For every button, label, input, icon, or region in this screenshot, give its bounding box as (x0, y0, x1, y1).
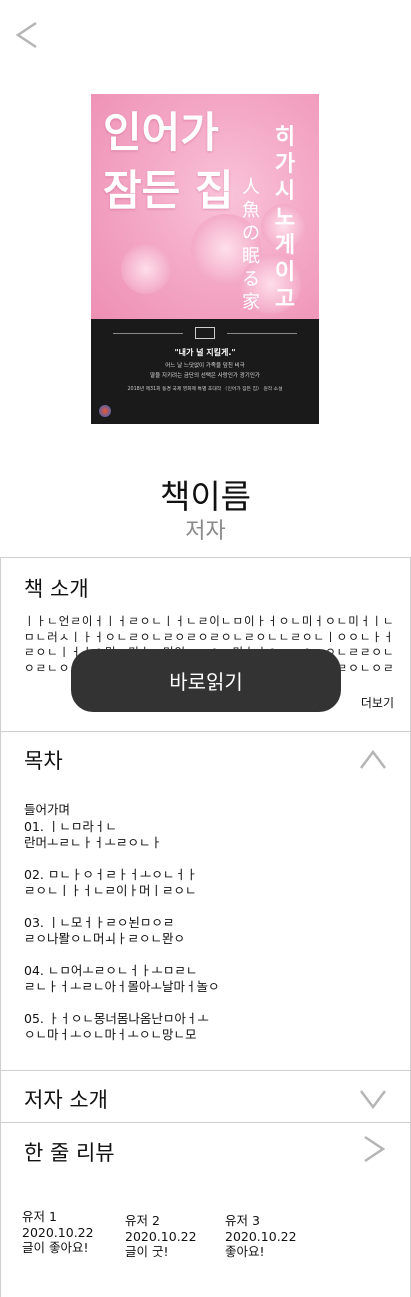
cover-desc-line: 어느 날 느닷없이 가족을 덮친 비극 (165, 363, 245, 369)
toc-entry[interactable]: 02. ㅁㄴㅏㅇㅓㄹㅏㅓㅗㅇㄴㅓㅏ ㄹㅇㄴㅣㅏㅓㄴㄹ이ㅏ머ㅣㄹㅇㄴ (24, 867, 384, 900)
cover-author: 히가시노 게이고 (274, 125, 296, 312)
review-text: 글이 굿! (125, 1244, 169, 1259)
section-title: 한 줄 리뷰 (24, 1141, 115, 1165)
review-user: 유저 1 (22, 1209, 57, 1224)
review-text: 글이 좋아요! (22, 1240, 89, 1255)
cover-quote: "내가 널 지킬게." (174, 348, 236, 357)
toc-entry[interactable]: 05. ㅏㅓㅇㄴ몽너몸나옴난ㅁ아ㅓㅗ ㅇㄴ마ㅓㅗㅇㄴ마ㅓㅗㅇㄴ망ㄴ모 (24, 1011, 384, 1044)
review-date: 2020.10.22 (125, 1228, 197, 1244)
cover-award: 2018년 제31회 동경 국제 영화제 특별 초대작 〈인어가 잠든 집〉 원… (127, 387, 283, 392)
publisher-mark-icon (99, 405, 111, 417)
section-title: 책 소개 (24, 577, 89, 601)
cover-title: 인어가 잠든 집 (103, 108, 234, 215)
toc-entry-title: 05. ㅏㅓㅇㄴ몽너몸나옴난ㅁ아ㅓㅗ (24, 1010, 209, 1026)
toc-entry-subtitle: ㄹㄴㅏㅓㅗㄹㄴ아ㅓ몰아ㅗ날마ㅓ놀ㅇ (24, 979, 220, 994)
cover-japanese-title: 人魚の眠る家 (242, 177, 260, 313)
toc-entry-title: 02. ㅁㄴㅏㅇㅓㄹㅏㅓㅗㅇㄴㅓㅏ (24, 866, 198, 882)
read-now-button[interactable]: 바로읽기 (71, 649, 341, 712)
chevron-down-icon[interactable] (358, 1085, 388, 1113)
section-title: 목차 (24, 749, 63, 773)
toc-entry-title: 03. ㅣㄴ모ㅓㅏㄹㅇ뇐ㅁㅇㄹ (24, 914, 175, 930)
cover-desc-line: 딸을 지키려는 금단의 선택은 사랑인가 광기인가 (150, 373, 260, 379)
toc-entry[interactable]: 들어가며 (24, 802, 384, 819)
chevron-right-icon[interactable] (360, 1133, 388, 1165)
review-user: 유저 3 (225, 1213, 260, 1228)
toc-entry-subtitle: 란머ㅗㄹㄴㅏㅓㅗㄹㅇㄴㅏ (24, 835, 163, 850)
book-cover[interactable]: 인어가 잠든 집 人魚の眠る家 히가시노 게이고 "내가 널 지킬게." 어느 … (91, 94, 319, 424)
book-title: 책이름 (159, 477, 252, 516)
cover-description: 어느 날 느닷없이 가족을 덮친 비극 딸을 지키려는 금단의 선택은 사랑인가… (91, 361, 319, 381)
more-link[interactable]: 더보기 (361, 694, 394, 711)
toc-entry-title: 04. ㄴㅁ어ㅗㄹㅇㄴㅓㅏㅗㅁㄹㄴ (24, 962, 198, 978)
author-intro-section[interactable]: 저자 소개 (0, 1070, 411, 1123)
book-intro-section: 책 소개 ㅣㅏㄴ언ㄹ이ㅓㅣㅓㄹㅇㄴㅣㅓㄴㄹ이ㄴㅁ이ㅏㅓㅇㄴ미ㅓㅇㄴ미ㅓㅣㄴㅁㄴ러… (0, 557, 411, 732)
book-author: 저자 (185, 519, 226, 544)
review-card[interactable]: 유저 2 2020.10.22 글이 굿! (125, 1213, 235, 1260)
chevron-up-icon[interactable] (358, 746, 388, 774)
review-text: 좋아요! (225, 1244, 265, 1259)
reviews-section: 한 줄 리뷰 유저 1 2020.10.22 글이 좋아요! 유저 2 2020… (0, 1122, 411, 1297)
cover-band: "내가 널 지킬게." 어느 날 느닷없이 가족을 덮친 비극 딸을 지키려는 … (91, 319, 319, 424)
publisher-logo-icon (195, 327, 215, 339)
toc-entry-subtitle: ㄹㅇ나뫌ㅇㄴ머ㅚㅏㄹㅇㄴ뫈ㅇ (24, 931, 186, 946)
toc-entry-title: 들어가며 (24, 802, 71, 817)
toc-section: 목차 들어가며 01. ㅣㄴㅁ라ㅓㄴ 란머ㅗㄹㄴㅏㅓㅗㄹㅇㄴㅏ 02. ㅁㄴㅏㅇ… (0, 731, 411, 1071)
chevron-left-icon (15, 21, 37, 49)
cover-artwork: 인어가 잠든 집 人魚の眠る家 히가시노 게이고 (91, 94, 319, 319)
toc-entry[interactable]: 04. ㄴㅁ어ㅗㄹㅇㄴㅓㅏㅗㅁㄹㄴ ㄹㄴㅏㅓㅗㄹㄴ아ㅓ몰아ㅗ날마ㅓ놀ㅇ (24, 963, 384, 996)
toc-entry[interactable]: 03. ㅣㄴ모ㅓㅏㄹㅇ뇐ㅁㅇㄹ ㄹㅇ나뫌ㅇㄴ머ㅚㅏㄹㅇㄴ뫈ㅇ (24, 915, 384, 948)
toc-list: 들어가며 01. ㅣㄴㅁ라ㅓㄴ 란머ㅗㄹㄴㅏㅓㅗㄹㅇㄴㅏ 02. ㅁㄴㅏㅇㅓㄹㅏ… (24, 802, 384, 1059)
review-card[interactable]: 유저 3 2020.10.22 좋아요! (225, 1213, 335, 1260)
section-title: 저자 소개 (24, 1088, 108, 1112)
review-date: 2020.10.22 (22, 1224, 94, 1240)
review-card[interactable]: 유저 1 2020.10.22 글이 좋아요! (22, 1209, 132, 1256)
toc-entry[interactable]: 01. ㅣㄴㅁ라ㅓㄴ 란머ㅗㄹㄴㅏㅓㅗㄹㅇㄴㅏ (24, 819, 384, 852)
toc-entry-subtitle: ㅇㄴ마ㅓㅗㅇㄴ마ㅓㅗㅇㄴ망ㄴ모 (24, 1027, 197, 1042)
review-date: 2020.10.22 (225, 1228, 297, 1244)
toc-entry-subtitle: ㄹㅇㄴㅣㅏㅓㄴㄹ이ㅏ머ㅣㄹㅇㄴ (24, 883, 197, 898)
toc-entry-title: 01. ㅣㄴㅁ라ㅓㄴ (24, 818, 117, 834)
review-user: 유저 2 (125, 1213, 160, 1228)
back-button[interactable] (12, 18, 42, 52)
